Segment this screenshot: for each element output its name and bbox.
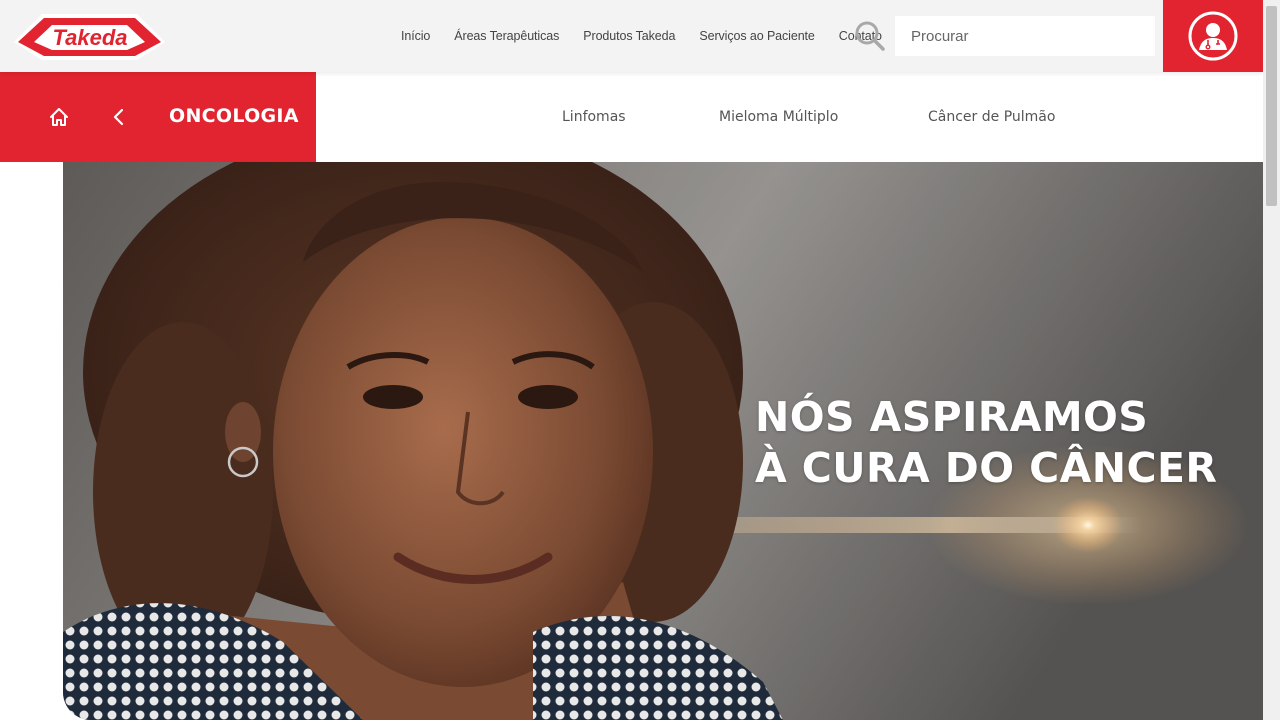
home-icon[interactable] — [48, 106, 70, 128]
page-scrollbar[interactable] — [1263, 0, 1280, 720]
takeda-logo[interactable]: Takeda — [12, 8, 167, 64]
top-nav: Início Áreas Terapêuticas Produtos Taked… — [389, 0, 894, 72]
nav-areas-terapeuticas[interactable]: Áreas Terapêuticas — [454, 29, 559, 43]
search-input[interactable] — [895, 16, 1155, 56]
subnav-linfomas[interactable]: Linfomas — [562, 109, 626, 125]
section-title: ONCOLOGIA — [169, 105, 299, 127]
hero-headline-line1: NÓS ASPIRAMOS — [755, 393, 1149, 441]
scrollbar-thumb[interactable] — [1266, 6, 1277, 206]
top-header: Takeda Início Áreas Terapêuticas Produto… — [0, 0, 1263, 72]
section-bar: ONCOLOGIA — [0, 72, 316, 162]
hero-banner: NÓS ASPIRAMOS À CURA DO CÂNCER — [63, 162, 1263, 720]
woman-portrait — [63, 162, 783, 720]
subnav-mieloma-multiplo[interactable]: Mieloma Múltiplo — [719, 109, 838, 125]
search-icon[interactable] — [854, 20, 886, 52]
sub-nav: Linfomas Mieloma Múltiplo Câncer de Pulm… — [316, 72, 1263, 162]
chevron-left-icon[interactable] — [110, 107, 128, 127]
logo-text: Takeda — [52, 25, 127, 50]
nav-servicos-ao-paciente[interactable]: Serviços ao Paciente — [699, 29, 815, 43]
page: Takeda Início Áreas Terapêuticas Produto… — [0, 0, 1280, 720]
nav-produtos-takeda[interactable]: Produtos Takeda — [583, 29, 675, 43]
nav-inicio[interactable]: Início — [401, 29, 430, 43]
doctor-icon — [1188, 11, 1238, 61]
hero-headline: NÓS ASPIRAMOS À CURA DO CÂNCER — [755, 392, 1217, 494]
hero-headline-line2: À CURA DO CÂNCER — [755, 444, 1218, 492]
hcp-button[interactable] — [1163, 0, 1263, 72]
subnav-cancer-de-pulmao[interactable]: Câncer de Pulmão — [928, 109, 1055, 125]
